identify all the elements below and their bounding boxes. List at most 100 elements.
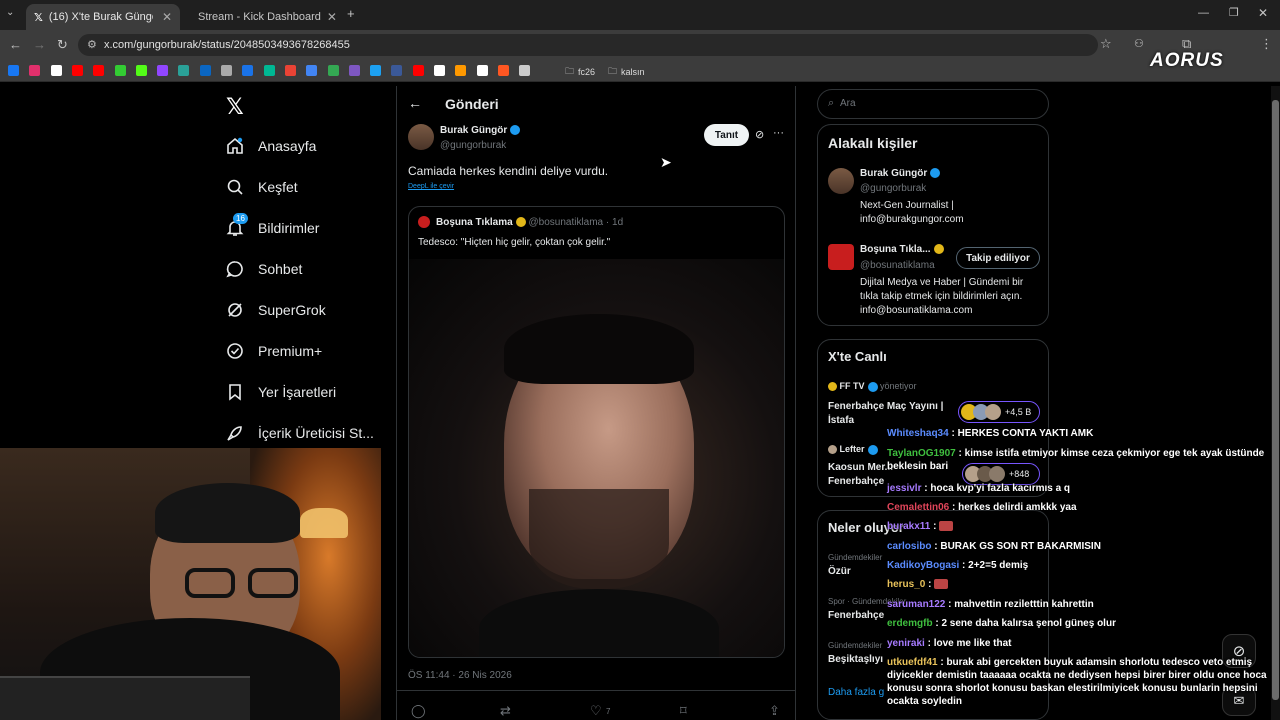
bookmark-favicon-icon[interactable]	[476, 65, 488, 76]
quote-tweet[interactable]: Boşuna Tıklama @bosunatiklama · 1d Tedes…	[408, 206, 785, 658]
bookmark-favicon-icon[interactable]	[71, 65, 83, 76]
chat-username[interactable]: carlosibo	[887, 541, 931, 552]
bookmark-folder-kalsin[interactable]: 🗀 kalsın	[608, 64, 645, 80]
forward-icon[interactable]: →	[33, 37, 46, 52]
avatar[interactable]	[828, 244, 854, 270]
bookmark-favicon-icon[interactable]	[93, 65, 105, 76]
bookmark-favicon-icon[interactable]	[370, 65, 382, 76]
back-arrow-icon[interactable]: ←	[408, 95, 422, 111]
chat-username[interactable]: saruman122	[887, 599, 945, 610]
repost-icon[interactable]: ⇄	[500, 703, 511, 719]
close-window-icon[interactable]: ✕	[1258, 6, 1268, 20]
reply-icon[interactable]: ◯	[411, 703, 426, 719]
bookmark-folder-fc26[interactable]: 🗀 fc26	[565, 64, 595, 80]
address-bar[interactable]: ⚙ x.com/gungorburak/status/2048503493678…	[78, 34, 1098, 56]
translate-link[interactable]: DeepL ile çevir	[408, 183, 454, 190]
live-host[interactable]: FF TV yönetiyor	[828, 381, 917, 392]
bookmark-favicon-icon[interactable]	[497, 65, 509, 76]
chat-username[interactable]: burakx11	[887, 521, 930, 532]
bookmark-favicon-icon[interactable]	[242, 65, 254, 76]
star-icon[interactable]: ☆	[1100, 36, 1112, 52]
chat-username[interactable]: utkuefdf41	[887, 657, 938, 668]
chat-username[interactable]: Whiteshaq34	[887, 428, 949, 439]
trend-name[interactable]: Fenerbahçe	[828, 610, 884, 621]
browser-tab-2[interactable]: Stream - Kick Dashboard ✕	[184, 4, 338, 30]
restore-icon[interactable]: ❐	[1229, 6, 1239, 19]
bookmark-favicon-icon[interactable]	[391, 65, 403, 76]
close-icon[interactable]: ✕	[162, 10, 172, 24]
search-box[interactable]: ⌕ Ara	[817, 89, 1049, 119]
grok-icon[interactable]: ⊘	[755, 128, 764, 141]
bookmark-favicon-icon[interactable]	[178, 65, 190, 76]
chat-username[interactable]: Cemalettin06	[887, 502, 949, 513]
bookmark-favicon-icon[interactable]	[348, 65, 360, 76]
avatar[interactable]	[828, 168, 854, 194]
new-tab-icon[interactable]: +	[347, 6, 355, 21]
person-name[interactable]: Boşuna Tıkla...	[860, 244, 944, 255]
bookmark-favicon-icon[interactable]	[455, 65, 467, 76]
bookmark-favicon-icon[interactable]	[199, 65, 211, 76]
bookmark-favicon-icon[interactable]	[29, 65, 41, 76]
chat-separator: :	[924, 638, 934, 649]
chat-username[interactable]: jessivlr	[887, 483, 921, 494]
quote-image[interactable]	[409, 259, 784, 657]
menu-icon[interactable]: ⋮	[1260, 36, 1273, 52]
bookmark-favicon-icon[interactable]	[50, 65, 62, 76]
trend-name[interactable]: Beşiktaşlıyı	[828, 654, 883, 665]
show-more-link[interactable]: Daha fazla g	[828, 687, 884, 698]
tab-search-icon[interactable]: ⌄	[6, 7, 14, 18]
verified-badge-icon	[867, 381, 878, 392]
like-icon[interactable]: ♡	[590, 703, 602, 719]
bookmark-favicon-icon[interactable]	[306, 65, 318, 76]
chat-username[interactable]: TaylanOG1907	[887, 448, 956, 459]
bookmark-favicon-icon[interactable]	[412, 65, 424, 76]
nav-chat[interactable]: Sohbet	[226, 255, 302, 283]
minimize-icon[interactable]: —	[1198, 7, 1209, 19]
bookmark-favicon-icon[interactable]	[135, 65, 147, 76]
person-handle[interactable]: @gungorburak	[860, 183, 926, 194]
extension-icon[interactable]: ⚇	[1134, 37, 1144, 50]
bookmark-favicon-icon[interactable]	[284, 65, 296, 76]
nav-explore[interactable]: Keşfet	[226, 173, 298, 201]
author-avatar[interactable]	[408, 124, 434, 150]
x-logo-icon[interactable]: 𝕏	[226, 94, 244, 120]
bookmark-favicon-icon[interactable]	[8, 65, 19, 76]
nav-bookmarks[interactable]: Yer İşaretleri	[226, 378, 336, 406]
nav-premium[interactable]: Premium+	[226, 337, 322, 365]
close-icon[interactable]: ✕	[327, 10, 337, 24]
host-avatar	[828, 445, 837, 455]
back-icon[interactable]: ←	[9, 37, 22, 52]
bookmark-favicon-icon[interactable]	[263, 65, 275, 76]
live-title[interactable]: Fenerbahçe Maç Yayını | İstafa	[828, 400, 952, 428]
nav-notifications[interactable]: 16 Bildirimler	[226, 213, 319, 242]
chat-username[interactable]: yeniraki	[887, 638, 925, 649]
bookmark-icon[interactable]: ⌑	[680, 703, 687, 719]
nav-home[interactable]: Anasayfa	[226, 132, 316, 160]
bookmark-favicon-icon[interactable]	[221, 65, 232, 76]
live-host[interactable]: Lefter	[828, 444, 878, 455]
share-icon[interactable]: ⇪	[769, 703, 780, 719]
reload-icon[interactable]: ↻	[57, 37, 68, 53]
chat-text: herkes delirdi amkkk yaa	[958, 502, 1077, 513]
bookmark-favicon-icon[interactable]	[114, 65, 126, 76]
following-button[interactable]: Takip ediliyor	[956, 247, 1040, 269]
browser-tab-1[interactable]: 𝕏 (16) X'te Burak Güngör: "Camia ✕	[26, 4, 180, 30]
chat-username[interactable]: KadikoyBogasi	[887, 560, 959, 571]
bookmark-favicon-icon[interactable]	[327, 65, 339, 76]
bookmark-favicon-icon[interactable]	[157, 65, 169, 76]
chat-username[interactable]: herus_0	[887, 579, 925, 590]
bookmark-favicon-icon[interactable]	[519, 65, 531, 76]
nav-supergrok[interactable]: SuperGrok	[226, 296, 326, 324]
bookmark-favicon-icon[interactable]	[434, 65, 445, 76]
live-listeners[interactable]: +4,5 B	[958, 401, 1040, 423]
promote-button[interactable]: Tanıt	[704, 124, 749, 146]
trend-name[interactable]: Özür	[828, 566, 851, 577]
person-name[interactable]: Burak Güngör	[860, 168, 941, 179]
author-handle[interactable]: @gungorburak	[440, 140, 506, 151]
more-icon[interactable]: ···	[773, 127, 784, 139]
person-handle[interactable]: @bosunatiklama	[860, 260, 935, 271]
chat-username[interactable]: erdemgfb	[887, 618, 933, 629]
site-info-icon[interactable]: ⚙	[87, 38, 97, 51]
nav-creator-studio[interactable]: İçerik Üreticisi St...	[226, 419, 374, 447]
author-name[interactable]: Burak Güngör	[440, 125, 521, 136]
